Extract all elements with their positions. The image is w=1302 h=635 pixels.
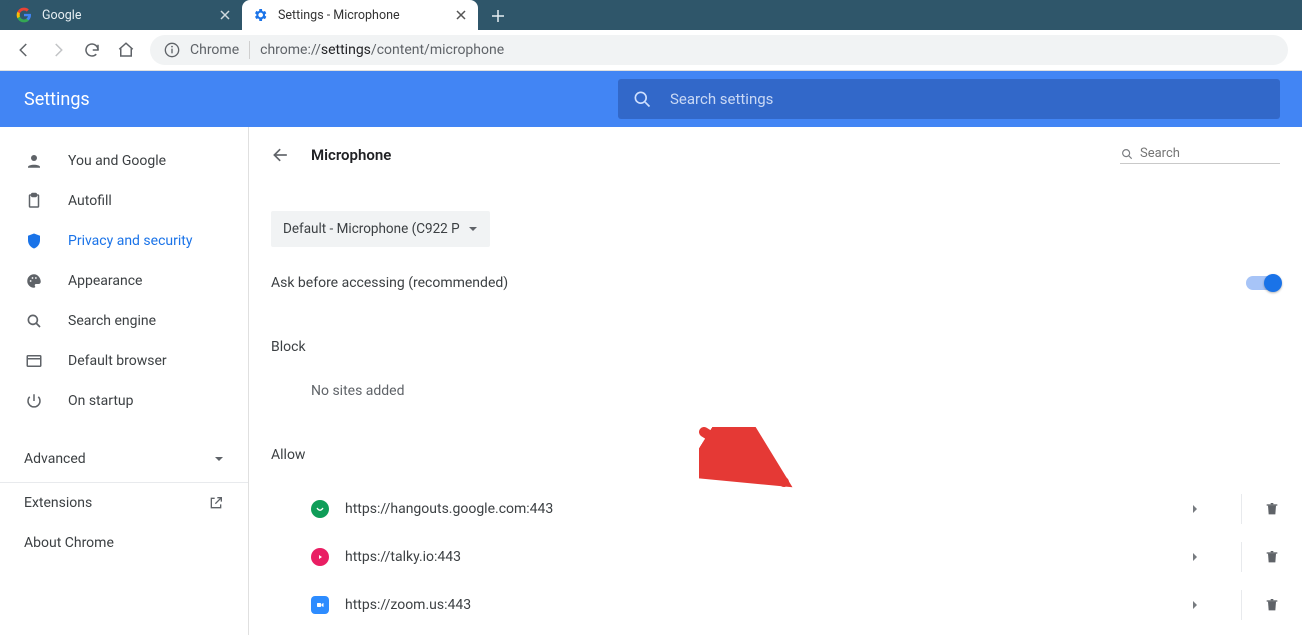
sidebar-item-privacy[interactable]: Privacy and security [0,221,248,261]
new-tab-button[interactable] [484,2,512,30]
trash-icon[interactable] [1264,596,1280,614]
sidebar-extensions[interactable]: Extensions [0,483,248,523]
sidebar-advanced[interactable]: Advanced [0,435,248,483]
advanced-label: Advanced [24,451,86,467]
separator [1241,494,1242,524]
omnibox[interactable]: Chrome chrome://settings/content/microph… [150,35,1288,65]
forward-icon[interactable] [48,40,68,60]
google-favicon [16,7,32,23]
close-icon[interactable] [218,8,232,22]
sidebar-item-default-browser[interactable]: Default browser [0,341,248,381]
sidebar: You and Google Autofill Privacy and secu… [0,127,248,635]
settings-appbar: Settings [0,71,1302,127]
shield-icon [24,231,44,251]
chevron-right-icon[interactable] [1191,504,1199,514]
allow-item[interactable]: https://zoom.us:443 [271,581,1280,629]
search-icon [632,89,652,109]
site-url: https://hangouts.google.com:443 [345,501,1191,517]
separator [1241,590,1242,620]
site-favicon [311,500,329,518]
site-url: https://zoom.us:443 [345,597,1191,613]
chevron-right-icon[interactable] [1191,600,1199,610]
sidebar-item-search-engine[interactable]: Search engine [0,301,248,341]
site-info-icon[interactable] [164,42,180,58]
window-icon [24,351,44,371]
sidebar-item-label: Privacy and security [68,233,192,249]
sidebar-item-label: Default browser [68,353,167,369]
browser-toolbar: Chrome chrome://settings/content/microph… [0,30,1302,71]
search-icon [24,311,44,331]
external-link-icon [208,495,224,511]
tab-title: Google [42,8,218,23]
ask-label: Ask before accessing (recommended) [271,275,508,291]
chevron-down-icon [214,454,224,464]
sidebar-item-label: You and Google [68,153,166,169]
gear-icon [252,7,268,23]
block-empty-text: No sites added [311,383,1280,399]
sidebar-item-label: Search engine [68,313,156,329]
sidebar-item-on-startup[interactable]: On startup [0,381,248,421]
sidebar-about-chrome[interactable]: About Chrome [0,523,248,563]
about-label: About Chrome [24,535,114,551]
tab-google[interactable]: Google [6,0,242,30]
omnibox-url: chrome://settings/content/microphone [260,42,504,58]
ask-toggle[interactable] [1246,276,1280,290]
microphone-device-select[interactable]: Default - Microphone (C922 P [271,211,490,247]
sidebar-item-you-and-google[interactable]: You and Google [0,141,248,181]
trash-icon[interactable] [1264,548,1280,566]
allow-item[interactable]: https://talky.io:443 [271,533,1280,581]
sidebar-item-label: On startup [68,393,134,409]
site-favicon [311,548,329,566]
sidebar-item-label: Autofill [68,193,112,209]
sidebar-item-autofill[interactable]: Autofill [0,181,248,221]
omnibox-separator [249,41,250,59]
dropdown-icon [468,224,478,234]
home-icon[interactable] [116,40,136,60]
reload-icon[interactable] [82,40,102,60]
settings-search[interactable] [618,79,1280,119]
content-search[interactable] [1120,146,1280,164]
content-search-input[interactable] [1140,146,1302,161]
site-url: https://talky.io:443 [345,549,1191,565]
sidebar-item-label: Appearance [68,273,142,289]
chevron-right-icon[interactable] [1191,552,1199,562]
person-icon [24,151,44,171]
back-arrow-icon[interactable] [271,145,291,165]
tab-settings[interactable]: Settings - Microphone [242,0,478,30]
settings-search-input[interactable] [670,90,1266,108]
settings-content: Microphone Default - Microphone (C922 P … [249,127,1302,635]
omnibox-label: Chrome [190,42,239,58]
device-label: Default - Microphone (C922 P [283,221,460,237]
search-icon [1120,147,1134,161]
browser-tabstrip: Google Settings - Microphone [0,0,1302,30]
power-icon [24,391,44,411]
palette-icon [24,271,44,291]
back-icon[interactable] [14,40,34,60]
allow-list: https://hangouts.google.com:443 https://… [271,485,1280,629]
ask-before-accessing-row: Ask before accessing (recommended) [271,275,1280,291]
trash-icon[interactable] [1264,500,1280,518]
allow-heading: Allow [271,447,1280,463]
site-favicon [311,596,329,614]
block-heading: Block [271,339,1280,355]
content-title: Microphone [311,146,391,164]
separator [1241,542,1242,572]
clipboard-icon [24,191,44,211]
close-icon[interactable] [454,8,468,22]
extensions-label: Extensions [24,495,92,511]
page-title: Settings [0,89,618,110]
allow-item[interactable]: https://hangouts.google.com:443 [271,485,1280,533]
tab-title: Settings - Microphone [278,8,454,23]
sidebar-item-appearance[interactable]: Appearance [0,261,248,301]
